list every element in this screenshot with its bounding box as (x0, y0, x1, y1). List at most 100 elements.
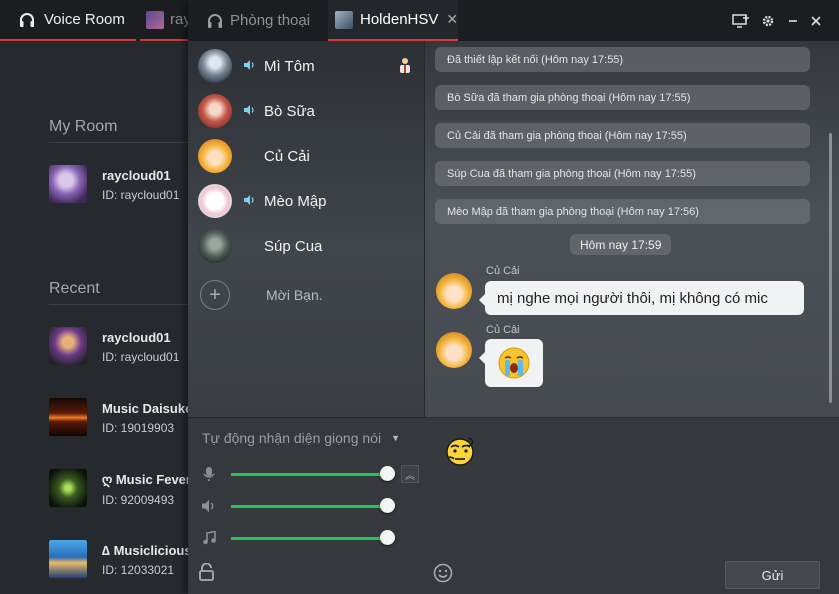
collapse-sliders-button[interactable]: ︽ (401, 465, 419, 483)
microphone-volume-slider[interactable] (198, 464, 398, 484)
slider-fill (231, 536, 387, 540)
tab-voice-chat[interactable]: Phòng thoại (188, 0, 326, 41)
message-text: mị nghe mọi người thôi, mị không có mic (497, 289, 768, 307)
chevron-down-icon: ▼ (391, 433, 400, 443)
member-name: Mèo Mập (264, 192, 327, 210)
member-item[interactable]: Súp Cua (198, 225, 418, 267)
room-thumbnail (49, 469, 87, 507)
speaking-icon (243, 59, 257, 74)
recent-room-item[interactable]: ∆ Musiclicious ID: 12033021 (49, 540, 189, 580)
room-id: ID: 92009493 (102, 492, 175, 507)
room-id: ID: 19019903 (102, 421, 175, 435)
message-author: Củ Cải (486, 265, 520, 277)
room-id: ID: 12033021 (102, 563, 175, 577)
slider-knob[interactable] (379, 530, 395, 545)
voice-mode-label: Tự động nhận diện giọng nói (202, 430, 382, 446)
microphone-icon (198, 466, 220, 482)
time-divider: Hôm nay 17:59 (570, 234, 672, 255)
member-avatar (198, 94, 232, 128)
member-item[interactable]: Mì Tôm (198, 45, 418, 87)
member-name: Súp Cua (264, 237, 323, 255)
headset-icon (208, 13, 222, 28)
chat-scrollbar[interactable] (829, 133, 832, 403)
crying-emoji (498, 347, 530, 379)
avatar-thumb (146, 10, 164, 29)
recent-room-item[interactable]: raycloud01 ID: raycloud01 (49, 327, 189, 367)
room-id: ID: raycloud01 (102, 350, 180, 364)
emoji-picker-icon[interactable] (433, 563, 453, 588)
divider (49, 304, 189, 305)
emoji-bubble (479, 339, 543, 387)
room-name: raycloud01 (102, 330, 171, 345)
avatar-thumb (335, 10, 353, 29)
member-name: Bò Sữa (264, 102, 315, 120)
speaking-icon (243, 104, 257, 119)
message-avatar[interactable] (436, 332, 472, 368)
close-icon[interactable] (806, 11, 826, 31)
room-thumbnail (49, 398, 87, 436)
member-item[interactable]: Mèo Mập (198, 180, 418, 222)
room-name: ∆ Musiclicious (102, 543, 189, 558)
tab-raycloud-label: raycloud01 (170, 11, 190, 28)
tab-raycloud[interactable]: raycloud01 (140, 0, 190, 41)
send-button[interactable]: Gửi (725, 561, 820, 589)
speaker-icon (198, 499, 220, 513)
gear-icon[interactable] (758, 11, 778, 31)
system-message: Mèo Mập đã tham gia phòng thoại (Hôm nay… (435, 199, 810, 224)
member-avatar (198, 229, 232, 263)
slider-track (231, 536, 387, 540)
room-thumbnail (49, 327, 87, 365)
tab-voice-room[interactable]: Voice Room (0, 0, 136, 41)
system-message: Súp Cua đã tham gia phòng thoại (Hôm nay… (435, 161, 810, 186)
system-message: Bò Sữa đã tham gia phòng thoại (Hôm nay … (435, 85, 810, 110)
room-thumbnail (49, 540, 87, 578)
message-author: Củ Cải (486, 324, 520, 336)
invite-label: Mời Bạn. (266, 287, 323, 303)
lock-icon[interactable] (198, 562, 215, 586)
music-note-icon (198, 531, 220, 545)
tab-holdenhsv-label: HoldenHSV (360, 11, 439, 28)
my-room-title: My Room (49, 118, 118, 135)
slider-knob[interactable] (379, 498, 395, 513)
slider-fill (231, 472, 387, 476)
slider-track (231, 472, 387, 476)
recent-room-item[interactable]: ღ Music Fever ID: 92009493 (49, 469, 189, 509)
voice-chat-window: Phòng thoại HoldenHSV ✕ Mì Tôm Bò Sữa Củ… (188, 0, 839, 594)
input-area: Tự động nhận diện giọng nói ▼ ︽ Gửi (188, 417, 839, 594)
room-name: ღ Music Fever (102, 471, 189, 487)
voice-mode-dropdown[interactable]: Tự động nhận diện giọng nói ▼ (202, 430, 400, 446)
thinking-emoji[interactable] (442, 432, 478, 473)
my-room-item[interactable]: raycloud01 ID: raycloud01 (49, 165, 189, 205)
divider (49, 142, 189, 143)
recent-title: Recent (49, 280, 100, 297)
member-list: Mì Tôm Bò Sữa Củ Cải Mèo Mập Súp Cua + M… (188, 41, 425, 417)
member-name: Củ Cải (264, 147, 310, 165)
slider-knob[interactable] (379, 466, 395, 481)
message-bubble: mị nghe mọi người thôi, mị không có mic (479, 281, 804, 315)
headset-icon (20, 12, 34, 27)
speaker-volume-slider[interactable] (198, 496, 398, 516)
system-message: Củ Cải đã tham gia phòng thoại (Hôm nay … (435, 123, 810, 148)
host-icon (398, 57, 412, 78)
slider-fill (231, 504, 387, 508)
recent-room-item[interactable]: Music Daisuke ID: 19019903 (49, 398, 189, 438)
member-name: Mì Tôm (264, 57, 315, 75)
speaking-icon (243, 194, 257, 209)
slider-track (231, 504, 387, 508)
screen-share-icon[interactable] (731, 11, 751, 31)
member-item[interactable]: Bò Sữa (198, 90, 418, 132)
music-volume-slider[interactable] (198, 528, 398, 548)
plus-icon: + (200, 280, 230, 310)
member-avatar (198, 184, 232, 218)
member-item[interactable]: Củ Cải (198, 135, 418, 177)
room-name: Music Daisuke (102, 401, 189, 416)
member-avatar (198, 139, 232, 173)
tab-holdenhsv[interactable]: HoldenHSV ✕ (328, 0, 458, 41)
message-avatar[interactable] (436, 273, 472, 309)
tab-close-icon[interactable]: ✕ (446, 11, 458, 28)
member-avatar (198, 49, 232, 83)
room-name: raycloud01 (102, 168, 171, 183)
invite-friends-button[interactable]: + Mời Bạn. (200, 280, 323, 310)
minimize-icon[interactable] (783, 11, 803, 31)
system-message: Đã thiết lập kết nối (Hôm nay 17:55) (435, 47, 810, 72)
